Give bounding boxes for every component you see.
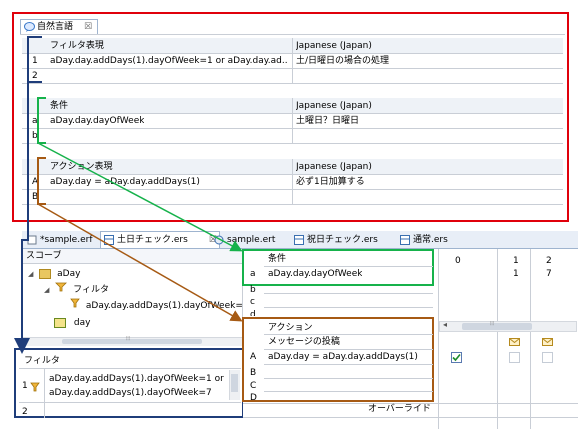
file-icon — [27, 235, 37, 245]
action-checkbox[interactable] — [509, 352, 520, 363]
message-row-label: メッセージの投稿 — [268, 337, 340, 347]
field-icon — [54, 317, 66, 328]
scroll-grip: ⦙⦙⦙ — [126, 335, 131, 342]
close-icon[interactable]: ☒ — [84, 21, 92, 34]
tree-file-icon — [214, 235, 224, 245]
condition-row-desc[interactable]: 土曜日？日曜日 — [296, 114, 359, 128]
tab-holiday-check[interactable]: 祝日チェック.ers — [291, 232, 403, 248]
table-icon — [294, 235, 304, 245]
condition-value[interactable]: 1 — [513, 267, 519, 281]
condition-value[interactable]: 7 — [546, 267, 552, 281]
condition-id: d — [250, 310, 256, 316]
condition-row-num: b — [32, 131, 38, 141]
envelope-icon[interactable] — [542, 338, 553, 349]
folder-icon — [39, 268, 52, 279]
action-row-num: B — [32, 192, 39, 202]
scroll-grip: ⦙⦙⦙ — [490, 320, 495, 327]
tab-sample-ert[interactable]: sample.ert — [211, 232, 297, 248]
action-header: アクション — [268, 323, 313, 333]
condition-row-num: a — [32, 116, 38, 126]
action-id: A — [250, 352, 257, 362]
funnel-icon — [70, 298, 80, 312]
condition-id: a — [250, 269, 256, 279]
expand-icon[interactable]: ◢ — [28, 270, 33, 278]
filter-row-num: 1 — [32, 56, 38, 66]
column-header[interactable]: 0 — [455, 254, 461, 268]
condition-row-expr[interactable]: aDay.day.dayOfWeek — [50, 114, 144, 128]
action-id: B — [250, 368, 257, 378]
table-hscrollbar[interactable]: ◂ ⦙⦙⦙ — [439, 320, 577, 332]
scope-scrollbar[interactable]: ⦙⦙⦙ — [22, 335, 242, 346]
action-expr[interactable]: aDay.day = aDay.day.addDays(1) — [268, 350, 418, 364]
filter-row-num: 1 — [22, 381, 28, 391]
tree-item-filter[interactable]: ◢ フィルタ — [44, 282, 109, 296]
filter-expr-line1[interactable]: aDay.day.addDays(1).dayOfWeek=1 or — [49, 372, 225, 386]
expand-icon[interactable]: ◢ — [44, 286, 49, 294]
filter-expr-line2[interactable]: aDay.day.addDays(1).dayOfWeek=7 — [49, 386, 225, 400]
column-header[interactable]: 2 — [546, 254, 552, 268]
scroll-left-icon[interactable]: ◂ — [443, 320, 447, 329]
scope-title: スコープ — [26, 251, 62, 261]
tab-normal[interactable]: 通常.ers — [397, 232, 479, 248]
tree-item-filter-expr[interactable]: aDay.day.addDays(1).dayOfWeek=1 — [70, 298, 242, 312]
filter-row-desc[interactable]: 土/日曜日の場合の処理 — [296, 54, 389, 68]
table-icon — [400, 235, 410, 245]
column-header[interactable]: 1 — [513, 254, 519, 268]
filter-row-expr[interactable]: aDay.day.addDays(1).dayOfWeek=1 or aDay.… — [50, 54, 288, 68]
condition-id: c — [250, 297, 255, 307]
action-row-desc[interactable]: 必ず1日加算する — [296, 175, 365, 189]
filter-folder-icon — [55, 282, 68, 297]
action-header-label: アクション表現 — [50, 162, 113, 172]
envelope-icon[interactable] — [509, 338, 520, 349]
override-label: オーバーライド — [368, 404, 431, 414]
condition-header: 条件 — [268, 254, 287, 264]
tree-item-aday[interactable]: ◢ aDay — [28, 267, 80, 281]
filter-panel-scrollbar[interactable] — [229, 370, 240, 400]
action-checkbox[interactable] — [542, 352, 553, 363]
tab-doniti-check[interactable]: 土日チェック.ers ☒ — [100, 231, 220, 248]
filter-header-label: フィルタ表現 — [50, 41, 104, 51]
action-row-num: A — [32, 177, 39, 187]
filter-panel-title: フィルタ — [24, 356, 60, 366]
funnel-icon — [30, 382, 40, 395]
action-checkbox-checked[interactable] — [451, 352, 462, 363]
condition-header-lang: Japanese (Japan) — [296, 101, 372, 111]
table-icon — [104, 235, 114, 245]
condition-expr[interactable]: aDay.day.dayOfWeek — [268, 267, 362, 281]
natural-language-tab[interactable]: 自然言語 ☒ — [20, 19, 98, 35]
action-row-expr[interactable]: aDay.day = aDay.day.addDays(1) — [50, 175, 200, 189]
action-id: D — [250, 393, 257, 400]
filter-row-num: 2 — [32, 71, 38, 81]
tab-title: 自然言語 — [37, 22, 74, 32]
tab-sample-erf[interactable]: *sample.erf — [24, 232, 106, 248]
condition-header-label: 条件 — [50, 101, 69, 111]
action-header-lang: Japanese (Japan) — [296, 162, 372, 172]
tree-item-day[interactable]: day — [54, 316, 90, 330]
tab-underline — [20, 34, 565, 35]
filter-header-lang: Japanese (Japan) — [296, 41, 372, 51]
filter-row-num: 2 — [22, 407, 28, 417]
